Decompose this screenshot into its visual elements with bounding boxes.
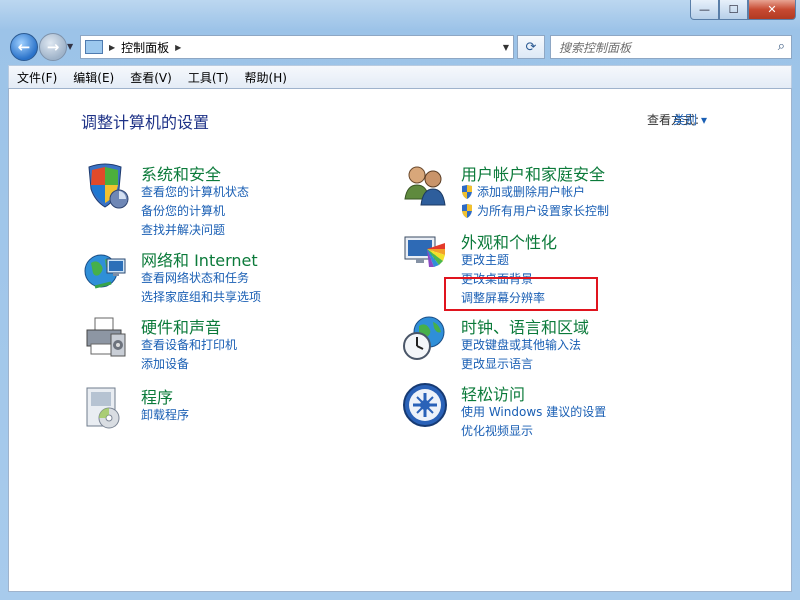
link-devices-printers[interactable]: 查看设备和打印机 <box>141 336 237 355</box>
link-uninstall-program[interactable]: 卸载程序 <box>141 406 189 425</box>
link-homegroup-sharing[interactable]: 选择家庭组和共享选项 <box>141 288 261 307</box>
link-recommended-settings[interactable]: 使用 Windows 建议的设置 <box>461 403 606 422</box>
globe-network-icon[interactable] <box>81 247 129 295</box>
category-hardware-sound: 硬件和声音 查看设备和打印机 添加设备 <box>81 314 381 374</box>
category-system-security: 系统和安全 查看您的计算机状态 备份您的计算机 查找并解决问题 <box>81 161 381 237</box>
category-programs: 程序 卸载程序 <box>81 384 381 434</box>
forward-arrow-icon: → <box>46 38 60 56</box>
search-input[interactable]: 搜索控制面板 ⌕ <box>550 35 792 59</box>
back-button[interactable]: ← <box>10 33 38 61</box>
link-change-display-language[interactable]: 更改显示语言 <box>461 355 581 374</box>
menu-tools[interactable]: 工具(T) <box>180 69 237 86</box>
menu-bar: 文件(F) 编辑(E) 查看(V) 工具(T) 帮助(H) <box>8 65 792 89</box>
close-button[interactable]: ✕ <box>748 0 796 20</box>
link-network-status[interactable]: 查看网络状态和任务 <box>141 269 261 288</box>
category-title[interactable]: 网络和 Internet <box>141 247 258 271</box>
link-backup-computer[interactable]: 备份您的计算机 <box>141 202 249 221</box>
category-title[interactable]: 轻松访问 <box>461 381 525 405</box>
category-ease-of-access: 轻松访问 使用 Windows 建议的设置 优化视频显示 <box>401 381 731 441</box>
uac-shield-icon <box>462 185 472 199</box>
chevron-right-icon[interactable]: ▶ <box>109 43 115 52</box>
users-icon[interactable] <box>401 161 449 209</box>
ease-access-icon[interactable] <box>401 381 449 429</box>
search-icon[interactable]: ⌕ <box>778 39 785 54</box>
refresh-button[interactable]: ⟳ <box>517 35 545 59</box>
content-pane: 调整计算机的设置 查看方式: 类别 ▾ 系统和安全 查看您的计算机状态 备份您的… <box>8 88 792 592</box>
forward-button[interactable]: → <box>39 33 67 61</box>
link-add-device[interactable]: 添加设备 <box>141 355 237 374</box>
caption-buttons: — ☐ ✕ <box>690 0 796 20</box>
link-change-theme[interactable]: 更改主题 <box>461 251 545 270</box>
link-change-keyboards-input[interactable]: 更改键盘或其他输入法 <box>461 336 581 355</box>
control-panel-window: — ☐ ✕ ← → ▼ ▶ 控制面板 ▶ ▼ ⟳ 搜索控制面板 ⌕ 文件(F) … <box>0 0 800 600</box>
link-parental-controls[interactable]: 为所有用户设置家长控制 <box>461 202 609 221</box>
link-text: 为所有用户设置家长控制 <box>477 204 610 218</box>
view-by-dropdown[interactable]: 类别 ▾ <box>673 111 707 128</box>
back-arrow-icon: ← <box>17 38 31 56</box>
recent-pages-dropdown-icon[interactable]: ▼ <box>67 42 73 51</box>
shield-icon[interactable] <box>81 161 129 209</box>
category-title[interactable]: 用户帐户和家庭安全 <box>461 161 605 185</box>
link-text: 添加或删除用户帐户 <box>477 185 586 199</box>
address-bar[interactable]: ▶ 控制面板 ▶ ▼ <box>80 35 514 59</box>
highlight-box <box>444 277 598 311</box>
category-user-accounts: 用户帐户和家庭安全 添加或删除用户帐户 为所有用户设置家长控制 <box>401 161 731 221</box>
link-add-remove-accounts[interactable]: 添加或删除用户帐户 <box>461 183 609 202</box>
link-optimize-visual-display[interactable]: 优化视频显示 <box>461 422 606 441</box>
search-placeholder: 搜索控制面板 <box>559 40 632 55</box>
category-title[interactable]: 外观和个性化 <box>461 229 557 253</box>
refresh-icon: ⟳ <box>525 39 537 55</box>
programs-box-icon[interactable] <box>81 384 129 432</box>
maximize-button[interactable]: ☐ <box>719 0 748 20</box>
menu-help[interactable]: 帮助(H) <box>237 69 295 86</box>
address-text[interactable]: 控制面板 <box>121 39 169 56</box>
category-title[interactable]: 硬件和声音 <box>141 314 221 338</box>
printer-icon[interactable] <box>81 314 129 362</box>
control-panel-icon <box>85 40 103 54</box>
category-title[interactable]: 程序 <box>141 384 173 408</box>
menu-file[interactable]: 文件(F) <box>9 69 65 86</box>
chevron-right-icon[interactable]: ▶ <box>175 43 181 52</box>
link-troubleshoot[interactable]: 查找并解决问题 <box>141 221 249 240</box>
menu-view[interactable]: 查看(V) <box>122 69 180 86</box>
category-title[interactable]: 时钟、语言和区域 <box>461 314 589 338</box>
category-clock-language-region: 时钟、语言和区域 更改键盘或其他输入法 更改显示语言 <box>401 314 731 374</box>
minimize-button[interactable]: — <box>690 0 719 20</box>
page-title: 调整计算机的设置 <box>81 113 210 132</box>
menu-edit[interactable]: 编辑(E) <box>65 69 122 86</box>
category-network-internet: 网络和 Internet 查看网络状态和任务 选择家庭组和共享选项 <box>81 247 381 307</box>
link-view-computer-status[interactable]: 查看您的计算机状态 <box>141 183 249 202</box>
monitor-palette-icon[interactable] <box>401 229 449 277</box>
address-dropdown-icon[interactable]: ▼ <box>503 43 509 52</box>
category-title[interactable]: 系统和安全 <box>141 161 221 185</box>
clock-globe-icon[interactable] <box>401 314 449 362</box>
uac-shield-icon <box>462 204 472 218</box>
navigation-bar: ← → ▼ ▶ 控制面板 ▶ ▼ ⟳ 搜索控制面板 ⌕ <box>0 30 800 62</box>
